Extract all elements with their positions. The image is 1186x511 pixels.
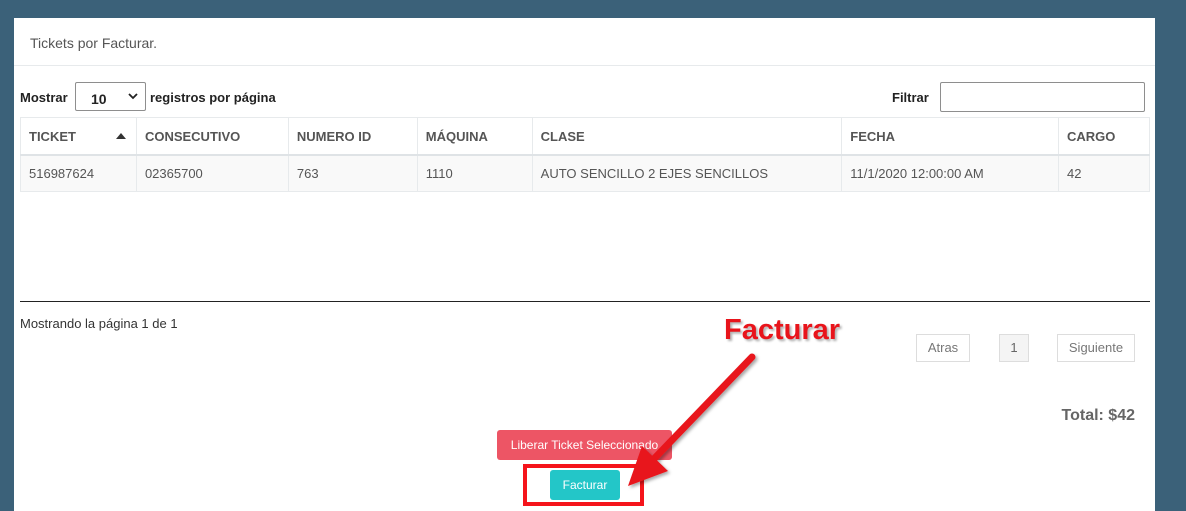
total-amount: Total: $42	[1061, 407, 1136, 424]
previous-page-button[interactable]: Atras	[916, 334, 970, 362]
column-label: CONSECUTIVO	[144, 128, 241, 144]
column-label: NUMERO ID	[296, 128, 372, 144]
release-ticket-button[interactable]: Liberar Ticket Seleccionado	[497, 430, 672, 460]
cell-consecutivo: 02365700	[135, 154, 289, 192]
column-header-consecutivo[interactable]: CONSECUTIVO	[135, 117, 289, 156]
cell-cargo: 42	[1058, 154, 1150, 192]
column-label: CARGO	[1067, 128, 1116, 144]
pagination-info: Mostrando la página 1 de 1	[20, 316, 178, 331]
column-header-fecha[interactable]: FECHA	[841, 117, 1059, 156]
cell-fecha: 11/1/2020 12:00:00 AM	[841, 154, 1059, 192]
chevron-down-icon	[128, 93, 138, 100]
annotation-label: Facturar	[724, 314, 841, 346]
next-page-button[interactable]: Siguiente	[1057, 334, 1135, 362]
column-label: FECHA	[850, 128, 896, 144]
page-length-select[interactable]: 10	[75, 82, 146, 111]
tickets-table: TICKET CONSECUTIVO NUMERO ID MÁQUINA CLA…	[20, 117, 1150, 192]
filter-input[interactable]	[940, 82, 1145, 112]
column-header-maquina[interactable]: MÁQUINA	[416, 117, 533, 156]
table-divider	[20, 301, 1150, 302]
bill-button[interactable]: Facturar	[550, 470, 620, 500]
page-length-value: 10	[91, 91, 107, 107]
column-label: MÁQUINA	[425, 128, 488, 144]
column-header-cargo[interactable]: CARGO	[1058, 117, 1150, 156]
sort-ascending-icon	[115, 133, 126, 139]
panel-title: Tickets por Facturar.	[30, 35, 158, 51]
page-1-button[interactable]: 1	[999, 334, 1029, 362]
cell-ticket: 516987624	[20, 154, 137, 192]
cell-clase: AUTO SENCILLO 2 EJES SENCILLOS	[531, 154, 843, 192]
table-row[interactable]: 516987624 02365700 763 1110 AUTO SENCILL…	[20, 154, 1150, 192]
table-header-row: TICKET CONSECUTIVO NUMERO ID MÁQUINA CLA…	[20, 117, 1150, 156]
column-header-numero-id[interactable]: NUMERO ID	[287, 117, 418, 156]
panel-header: Tickets por Facturar.	[14, 18, 1155, 66]
column-label: CLASE	[540, 128, 585, 144]
filter-label: Filtrar	[892, 90, 929, 105]
tickets-panel: Tickets por Facturar. Mostrar 10 registr…	[14, 18, 1155, 511]
column-header-clase[interactable]: CLASE	[531, 117, 843, 156]
length-prefix-label: Mostrar	[20, 90, 68, 105]
column-label: TICKET	[29, 128, 76, 144]
column-header-ticket[interactable]: TICKET	[20, 117, 137, 156]
length-suffix-label: registros por página	[150, 90, 276, 105]
cell-numero-id: 763	[287, 154, 418, 192]
cell-maquina: 1110	[416, 154, 533, 192]
